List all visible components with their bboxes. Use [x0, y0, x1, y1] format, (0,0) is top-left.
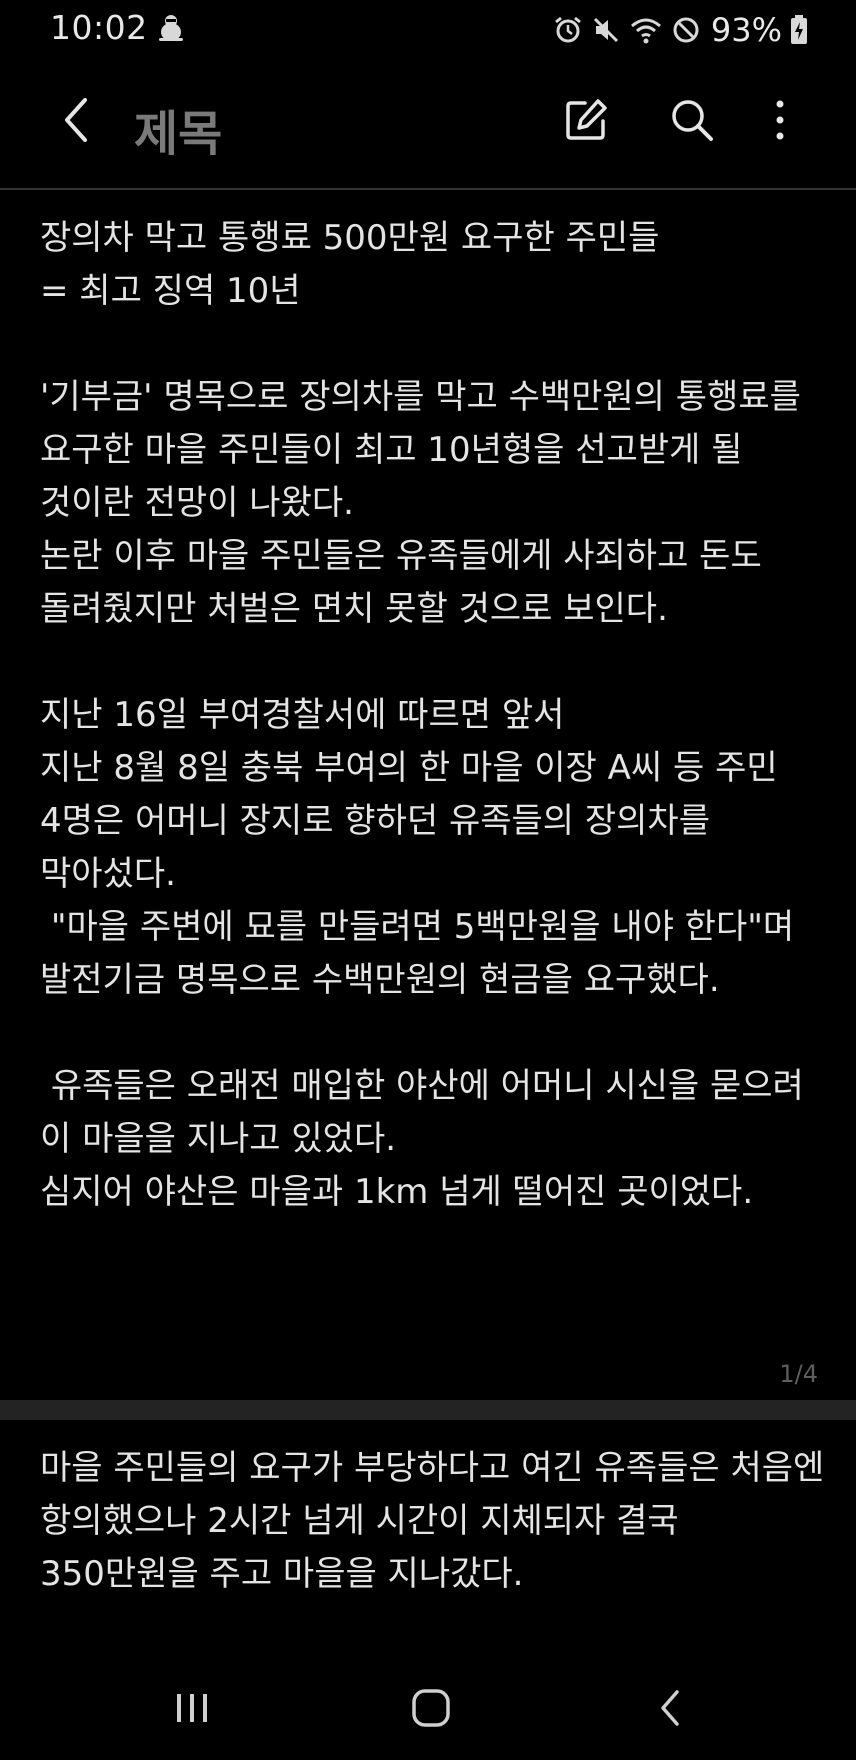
status-icons: 93% — [553, 10, 808, 50]
note-body[interactable]: 장의차 막고 통행료 500만원 요구한 주민들 = 최고 징역 10년 '기부… — [40, 212, 830, 1219]
page-divider — [0, 1400, 856, 1420]
app-bar: 제목 — [0, 60, 856, 190]
back-button[interactable] — [44, 90, 108, 154]
status-time: 10:02 — [50, 8, 148, 47]
alarm-icon — [553, 15, 583, 45]
more-options-button[interactable] — [750, 92, 810, 152]
note-page-2: 마을 주민들의 요구가 부당하다고 여긴 유족들은 처음엔 항의했으나 2시간 … — [0, 1420, 856, 1660]
status-bar: 10:02 93% — [0, 0, 856, 60]
page-indicator: 1/4 — [779, 1360, 818, 1388]
mute-icon — [591, 15, 621, 45]
note-page-1: 장의차 막고 통행료 500만원 요구한 주민들 = 최고 징역 10년 '기부… — [0, 190, 856, 1398]
nav-back-button[interactable] — [630, 1680, 710, 1740]
notification-icon — [156, 12, 186, 44]
navigation-bar — [0, 1660, 856, 1760]
battery-percent: 93% — [710, 11, 782, 49]
edit-button[interactable] — [556, 92, 616, 152]
back-icon — [61, 97, 91, 147]
nav-back-icon — [655, 1688, 685, 1732]
note-body[interactable]: 마을 주민들의 요구가 부당하다고 여긴 유족들은 처음엔 항의했으나 2시간 … — [40, 1442, 830, 1601]
blocked-icon — [671, 15, 701, 45]
home-button[interactable] — [391, 1680, 471, 1740]
wifi-icon — [629, 15, 663, 45]
recents-icon — [172, 1688, 212, 1732]
home-icon — [409, 1686, 453, 1734]
edit-icon — [563, 97, 609, 147]
search-button[interactable] — [662, 92, 722, 152]
recents-button[interactable] — [152, 1680, 232, 1740]
more-icon — [774, 98, 786, 146]
battery-icon — [790, 15, 808, 45]
note-title[interactable]: 제목 — [134, 94, 222, 164]
search-icon — [669, 97, 715, 147]
